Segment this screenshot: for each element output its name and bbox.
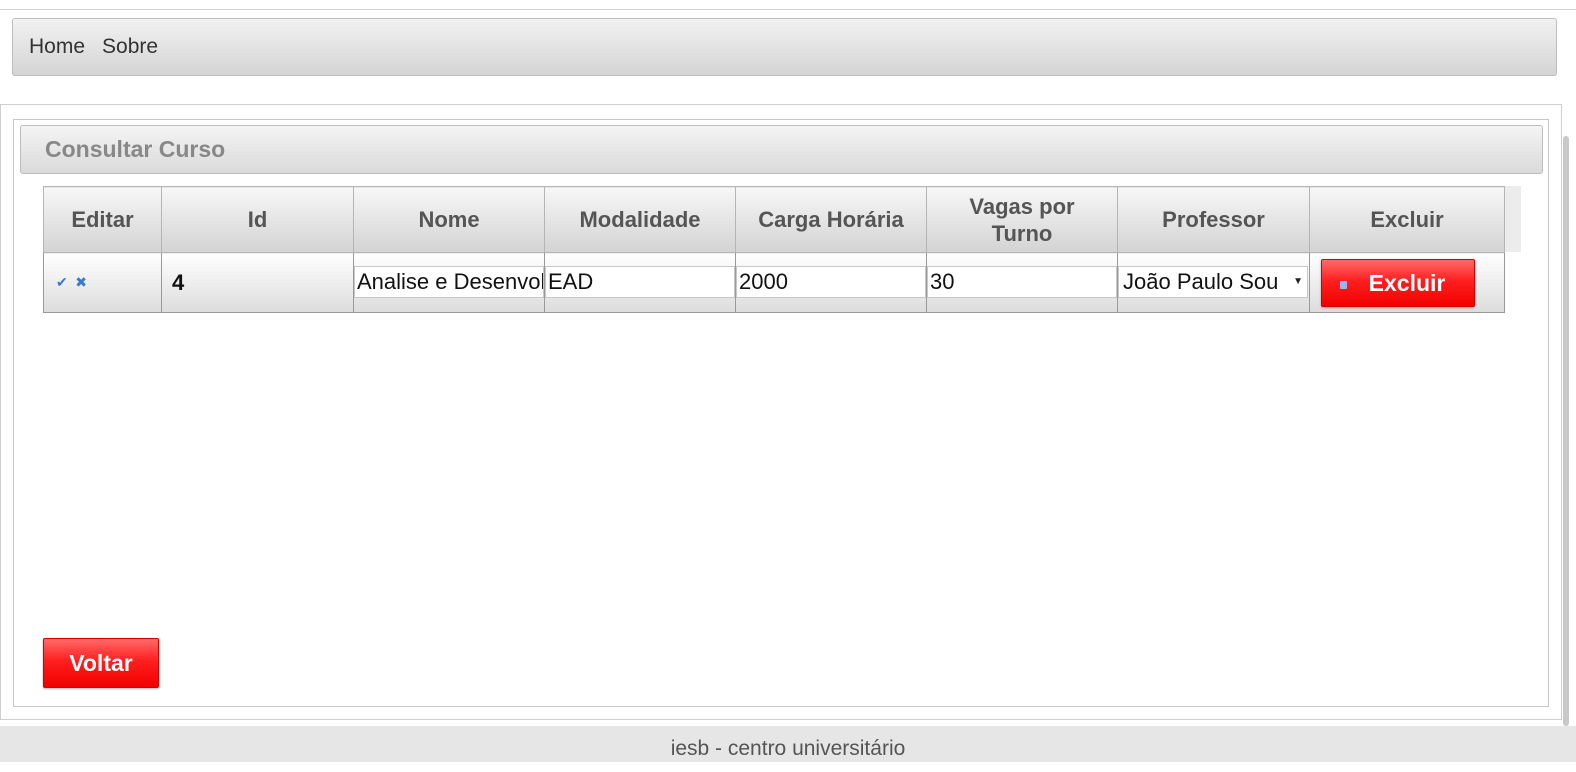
professor-selected-value: João Paulo Sou — [1123, 269, 1279, 294]
vagas-header-line1: Vagas por — [969, 193, 1075, 219]
professor-select[interactable]: João Paulo Sou ▼ — [1118, 266, 1308, 298]
column-header-modalidade: Modalidade — [544, 186, 736, 253]
professor-cell: João Paulo Sou ▼ — [1117, 252, 1310, 313]
column-header-nome: Nome — [353, 186, 545, 253]
vagas-cell: 30 — [926, 252, 1118, 313]
vagas-input[interactable]: 30 — [927, 266, 1117, 298]
table-row: ✔ ✖ 4 Analise e Desenvolvimento EAD 2000… — [43, 252, 1505, 313]
table-header-row: Editar Id Nome Modalidade Carga Horária … — [43, 186, 1505, 253]
table-header-filler — [1503, 186, 1521, 252]
navbar: Home Sobre — [12, 18, 1557, 76]
modalidade-input[interactable]: EAD — [545, 266, 735, 298]
top-border — [0, 0, 1576, 10]
excluir-cell: Excluir — [1309, 252, 1505, 313]
column-header-id: Id — [161, 186, 354, 253]
excluir-button[interactable]: Excluir — [1321, 259, 1475, 307]
column-header-carga-horaria: Carga Horária — [735, 186, 927, 253]
vertical-scrollbar[interactable] — [1563, 136, 1569, 726]
column-header-excluir: Excluir — [1309, 186, 1505, 253]
id-cell: 4 — [161, 252, 354, 313]
nav-home-link[interactable]: Home — [29, 35, 85, 59]
carga-horaria-input[interactable]: 2000 — [736, 266, 926, 298]
cancel-x-icon[interactable]: ✖ — [75, 274, 87, 290]
column-header-professor: Professor — [1117, 186, 1310, 253]
excluir-button-label: Excluir — [1368, 270, 1446, 296]
vagas-header-line2: Turno — [991, 220, 1053, 246]
dropdown-arrow-icon: ▼ — [1293, 276, 1303, 287]
courses-table: Editar Id Nome Modalidade Carga Horária … — [43, 186, 1505, 313]
nome-input[interactable]: Analise e Desenvolvimento — [354, 266, 544, 298]
column-header-editar: Editar — [43, 186, 162, 253]
column-header-vagas-por-turno: Vagas por Turno — [926, 186, 1118, 253]
edit-cell: ✔ ✖ — [43, 252, 162, 313]
save-check-icon[interactable]: ✔ — [56, 274, 68, 290]
voltar-button[interactable]: Voltar — [43, 638, 159, 688]
footer: iesb - centro universitário — [0, 726, 1576, 762]
modalidade-cell: EAD — [544, 252, 736, 313]
trash-icon — [1340, 281, 1347, 289]
panel-title: Consultar Curso — [20, 125, 1543, 174]
nav-sobre-link[interactable]: Sobre — [102, 35, 158, 59]
footer-text: iesb - centro universitário — [670, 737, 906, 760]
carga-horaria-cell: 2000 — [735, 252, 927, 313]
nome-cell: Analise e Desenvolvimento — [353, 252, 545, 313]
